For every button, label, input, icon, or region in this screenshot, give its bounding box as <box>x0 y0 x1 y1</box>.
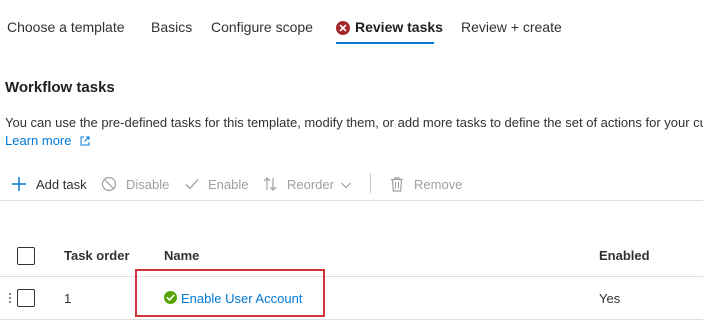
section-title: Workflow tasks <box>5 79 115 96</box>
add-task-label: Add task <box>36 177 87 192</box>
grid-header: Task order Name Enabled <box>0 236 703 277</box>
enable-label: Enable <box>208 177 249 192</box>
task-order-cell: 1 <box>64 291 72 306</box>
error-circle-icon <box>336 21 350 35</box>
remove-label: Remove <box>414 177 463 192</box>
column-header-enabled[interactable]: Enabled <box>599 248 650 263</box>
plus-icon <box>12 177 26 191</box>
toolbar-separator <box>370 173 371 193</box>
drag-handle-icon[interactable] <box>8 291 12 305</box>
section-description: You can use the pre-defined tasks for th… <box>5 115 703 130</box>
remove-button[interactable]: Remove <box>389 176 464 194</box>
add-task-button[interactable]: Add task <box>11 176 91 194</box>
column-header-task-order[interactable]: Task order <box>64 248 130 263</box>
learn-more-label: Learn more <box>5 133 72 148</box>
tab-configure-scope[interactable]: Configure scope <box>211 19 313 35</box>
tab-basics[interactable]: Basics <box>151 19 192 35</box>
chevron-down-icon <box>341 182 351 189</box>
checkmark-icon <box>185 179 199 190</box>
external-link-icon <box>80 134 90 149</box>
disable-button[interactable]: Disable <box>101 176 171 194</box>
tab-review-create[interactable]: Review + create <box>461 19 562 35</box>
reorder-label: Reorder <box>287 177 334 192</box>
command-bar: Add task Disable Enable Reorder Remove <box>0 170 703 200</box>
column-header-name[interactable]: Name <box>164 248 199 263</box>
select-all-checkbox[interactable] <box>17 247 35 265</box>
block-icon <box>101 176 117 192</box>
reorder-button[interactable]: Reorder <box>262 176 356 194</box>
wizard-tabs: Choose a template Basics Configure scope… <box>0 0 703 48</box>
enabled-cell: Yes <box>599 291 621 306</box>
table-row[interactable]: 1 Enable User Account Yes <box>0 277 703 320</box>
active-tab-indicator <box>336 42 434 44</box>
tab-review-tasks[interactable]: Review tasks <box>355 19 443 35</box>
row-checkbox[interactable] <box>17 289 35 307</box>
disable-label: Disable <box>126 177 170 192</box>
reorder-arrows-icon <box>263 177 277 191</box>
tab-choose-a-template[interactable]: Choose a template <box>7 19 125 35</box>
highlight-box <box>135 269 325 317</box>
toolbar-divider <box>0 200 703 201</box>
trash-icon <box>391 177 403 192</box>
enable-button[interactable]: Enable <box>184 176 250 194</box>
learn-more-link[interactable]: Learn more <box>5 133 90 149</box>
